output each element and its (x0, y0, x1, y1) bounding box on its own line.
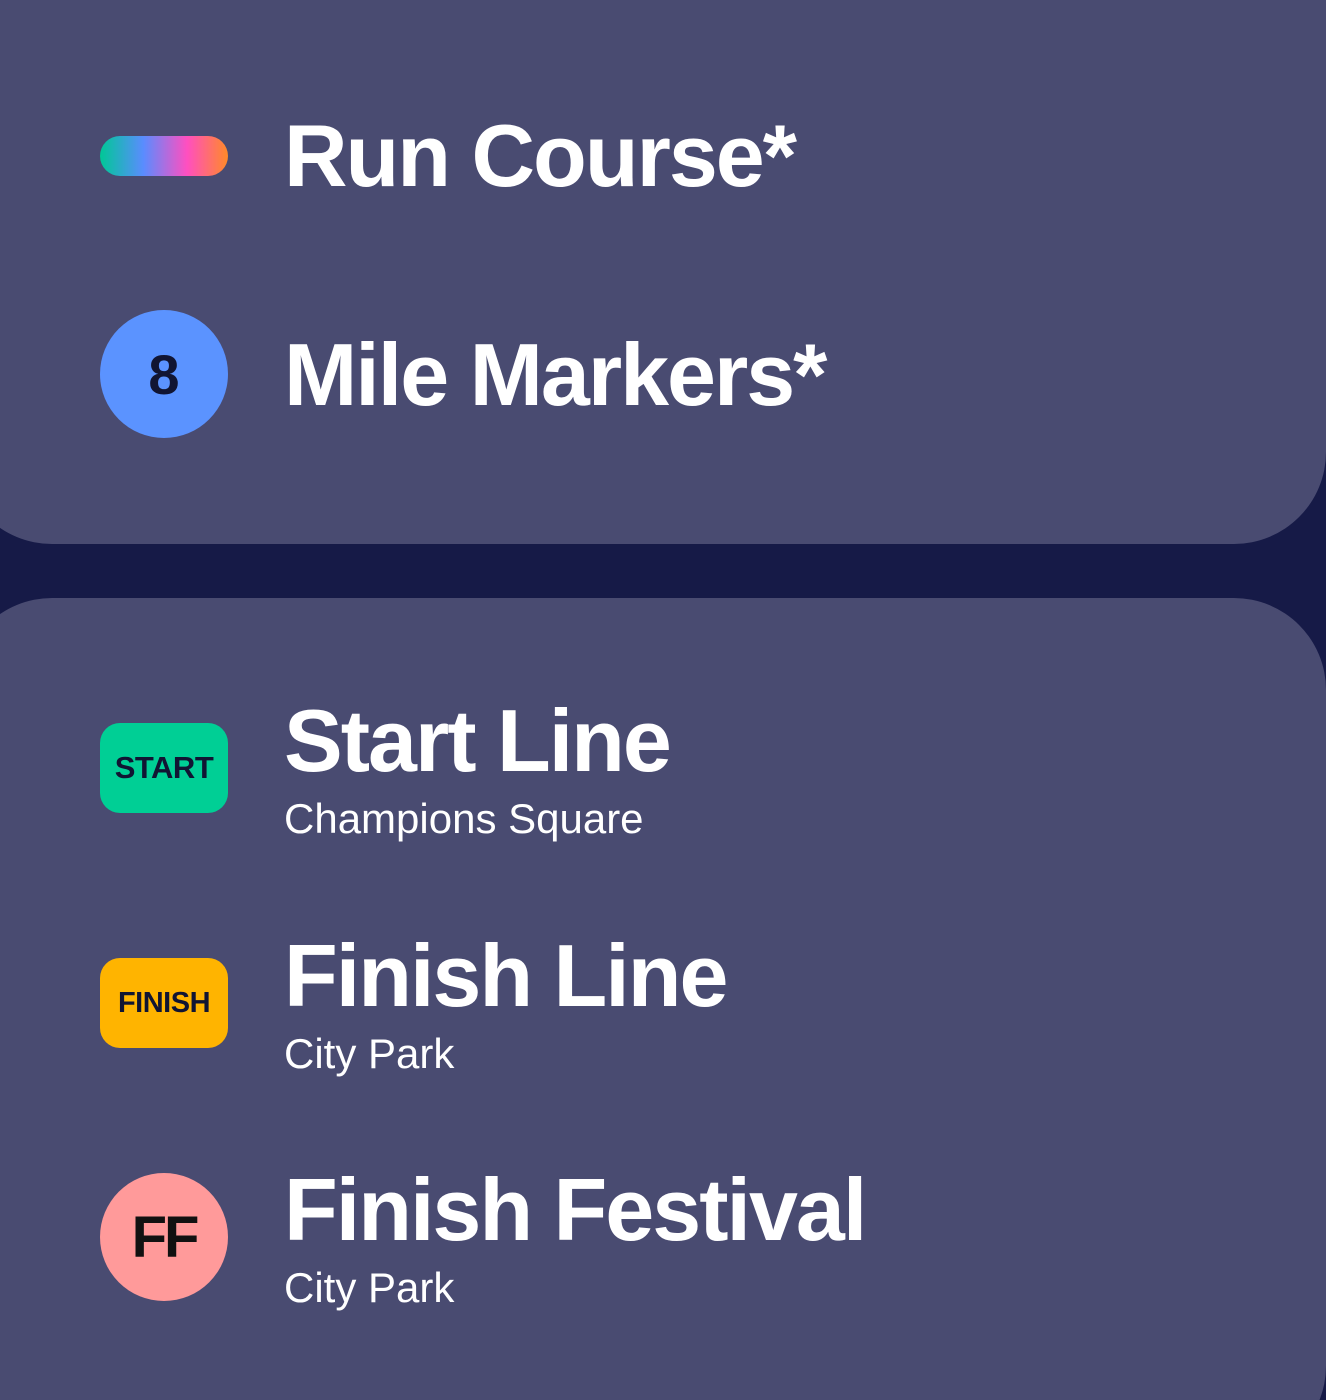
finish-festival-icon: FF (100, 1173, 228, 1301)
finish-tag-icon: FINISH (100, 958, 228, 1048)
gradient-course-icon (100, 136, 228, 176)
finish-line-location: City Park (284, 1030, 455, 1077)
finish-festival-title: Finish Festival (284, 1160, 867, 1259)
course-legend-card (0, 0, 1326, 544)
finish-festival-location: City Park (284, 1264, 455, 1311)
mile-marker-icon: 8 (100, 310, 228, 438)
mile-markers-title: Mile Markers* (284, 325, 827, 424)
finish-line-title: Finish Line (284, 926, 728, 1025)
start-line-location: Champions Square (284, 795, 644, 842)
race-map-legend-screen: Run Course* 8 Mile Markers* START Start … (0, 0, 1326, 1400)
run-course-title: Run Course* (284, 106, 797, 205)
start-line-title: Start Line (284, 691, 672, 790)
start-tag-icon: START (100, 723, 228, 813)
